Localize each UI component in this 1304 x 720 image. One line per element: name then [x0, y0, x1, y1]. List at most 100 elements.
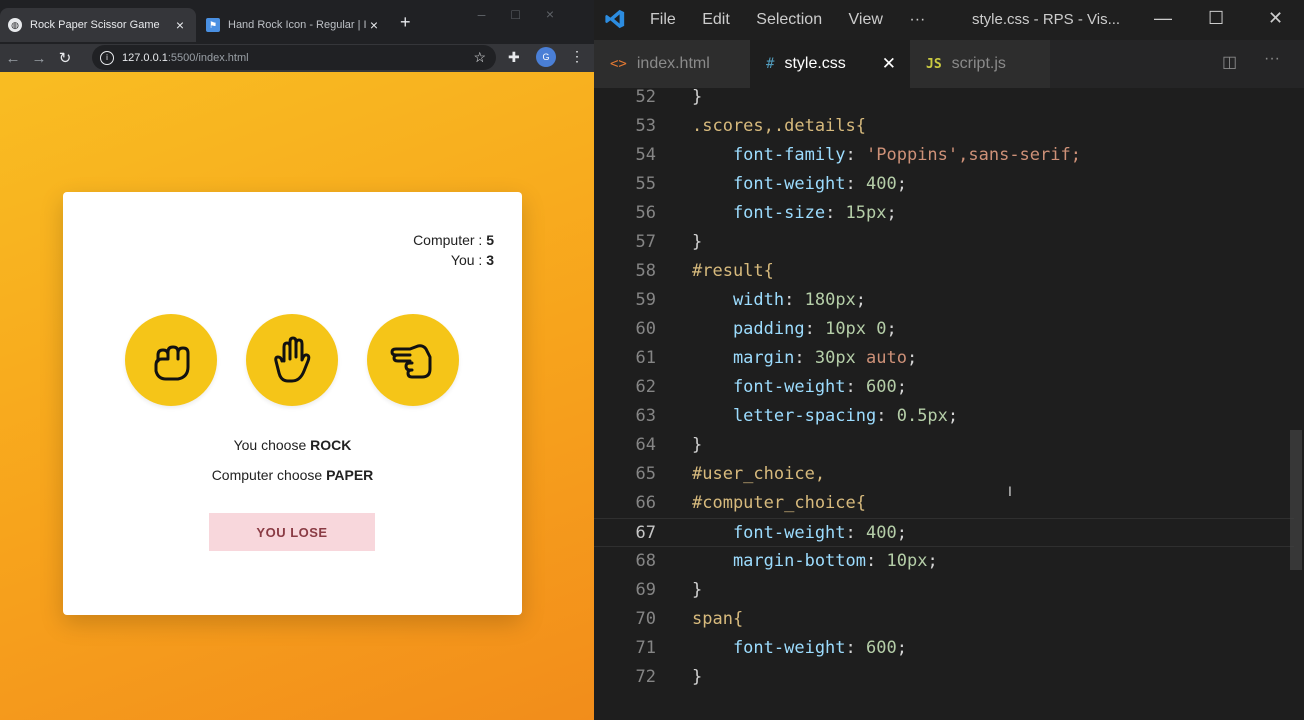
more-menu-icon[interactable]: ⋮ — [570, 48, 584, 65]
html-file-icon: <> — [610, 56, 627, 72]
code-line[interactable]: 58 #result{ — [594, 257, 1294, 286]
code-line[interactable]: 71 font-weight: 600; — [594, 634, 1294, 663]
browser-tab-title: Hand Rock Icon - Regular | I — [228, 19, 366, 31]
close-icon[interactable]: ✕ — [1268, 8, 1283, 29]
browser-window-controls[interactable]: –□× — [478, 6, 580, 22]
forward-icon[interactable]: → — [26, 50, 52, 67]
line-number: 59 — [635, 290, 656, 310]
extensions-puzzle-icon[interactable]: ✚ — [508, 49, 520, 66]
close-icon[interactable]: × — [366, 17, 382, 33]
maximize-icon[interactable]: ☐ — [1208, 8, 1224, 29]
line-number: 56 — [635, 203, 656, 223]
tab-index-html[interactable]: <> index.html — [594, 40, 750, 88]
close-tab-icon[interactable]: ✕ — [882, 54, 896, 74]
css-file-icon: # — [766, 56, 775, 72]
code-line[interactable]: 64} — [594, 431, 1294, 460]
avatar[interactable]: G — [536, 47, 556, 67]
user-score-line: You : 3 — [450, 252, 494, 268]
scoreboard: Computer : 5 You : 3 — [413, 230, 494, 270]
code-line[interactable]: 56 font-size: 15px; — [594, 199, 1294, 228]
hand-rock-icon — [154, 345, 190, 381]
js-file-icon: JS — [926, 56, 942, 72]
code-text: font-family: 'Poppins',sans-serif; — [692, 145, 1081, 165]
code-text: font-weight: 400; — [692, 174, 907, 194]
menu-selection[interactable]: Selection — [756, 11, 822, 28]
user-score: 3 — [486, 252, 494, 268]
code-line[interactable]: 68 margin-bottom: 10px; — [594, 547, 1294, 576]
code-line[interactable]: 63 letter-spacing: 0.5px; — [594, 402, 1294, 431]
menu-more[interactable]: ··· — [909, 11, 925, 28]
info-icon[interactable]: i — [100, 50, 114, 65]
scrollbar-thumb[interactable] — [1290, 430, 1302, 570]
code-text: letter-spacing: 0.5px; — [692, 406, 959, 426]
code-line[interactable]: 61 margin: 30px auto; — [594, 344, 1294, 373]
code-line[interactable]: 55 font-weight: 400; — [594, 170, 1294, 199]
scissors-button[interactable] — [367, 314, 459, 406]
flag-icon: ⚑ — [206, 18, 220, 32]
browser-tab-title: Rock Paper Scissor Game — [30, 19, 160, 31]
code-line[interactable]: 59 width: 180px; — [594, 286, 1294, 315]
code-text: font-weight: 600; — [692, 638, 907, 658]
code-line[interactable]: 66 #computer_choice{ — [594, 489, 1294, 518]
code-text: padding: 10px 0; — [692, 319, 897, 339]
line-number: 67 — [635, 523, 656, 543]
menu-edit[interactable]: Edit — [702, 11, 730, 28]
line-number: 52 — [635, 87, 656, 107]
game-card: Computer : 5 You : 3 You choose ROCK Com… — [63, 192, 522, 615]
code-line[interactable]: 53 .scores,.details{ — [594, 112, 1294, 141]
code-line[interactable]: 52} — [594, 83, 1294, 112]
line-number: 58 — [635, 261, 656, 281]
close-icon[interactable]: × — [172, 17, 188, 33]
line-number: 70 — [635, 609, 656, 629]
minimize-icon[interactable]: — — [1154, 8, 1172, 29]
mouse-cursor-icon: I — [1008, 483, 1012, 499]
code-line[interactable]: 72} — [594, 663, 1294, 692]
line-number: 53 — [635, 116, 656, 136]
code-line[interactable]: 67 font-weight: 400; — [594, 518, 1294, 547]
browser-tab-icon-page[interactable]: ⚑ Hand Rock Icon - Regular | I × — [198, 8, 390, 42]
code-line[interactable]: 62 font-weight: 600; — [594, 373, 1294, 402]
tab-script-js[interactable]: JS script.js — [910, 40, 1050, 88]
computer-choice-value: PAPER — [326, 467, 374, 483]
editor-tab-bar: <> index.html # style.css ✕ JS script.js… — [594, 40, 1304, 88]
code-text: } — [692, 667, 703, 687]
line-number: 71 — [635, 638, 656, 658]
page-viewport: Computer : 5 You : 3 You choose ROCK Com… — [0, 72, 594, 720]
browser-toolbar: ← → ↻ i 127.0.0.1:5500/index.html ☆ ✚ G … — [0, 44, 594, 72]
browser-window: ◍ Rock Paper Scissor Game × ⚑ Hand Rock … — [0, 0, 594, 720]
code-text: span{ — [692, 609, 744, 629]
code-editor[interactable]: 52} 53 .scores,.details{ 54 font-family: 'P… — [594, 87, 1304, 720]
computer-choice-text: Computer choose PAPER — [211, 467, 374, 483]
code-line[interactable]: 57} — [594, 228, 1294, 257]
tab-style-css[interactable]: # style.css ✕ — [750, 40, 910, 88]
code-text: #user_choice, — [692, 464, 826, 484]
code-text: margin: 30px auto; — [692, 348, 918, 368]
computer-score-line: Computer : 5 — [413, 232, 494, 248]
user-choice-value: ROCK — [310, 437, 352, 453]
code-line[interactable]: 70 span{ — [594, 605, 1294, 634]
paper-button[interactable] — [246, 314, 338, 406]
reload-icon[interactable]: ↻ — [52, 49, 78, 67]
tab-label: style.css — [784, 55, 846, 72]
more-actions-icon[interactable]: ··· — [1264, 50, 1280, 68]
result-badge: YOU LOSE — [209, 513, 375, 551]
vscode-window: File Edit Selection View ··· style.css -… — [594, 0, 1304, 720]
browser-tab-rps[interactable]: ◍ Rock Paper Scissor Game × — [0, 8, 196, 42]
menu-file[interactable]: File — [650, 11, 676, 28]
code-text: } — [692, 87, 703, 107]
code-line[interactable]: 60 padding: 10px 0; — [594, 315, 1294, 344]
code-line[interactable]: 65 #user_choice, — [594, 460, 1294, 489]
split-editor-icon[interactable]: ◫ — [1222, 52, 1237, 72]
menu-view[interactable]: View — [849, 11, 883, 28]
new-tab-button[interactable]: + — [400, 12, 411, 33]
line-number: 66 — [635, 493, 656, 513]
menu-bar: File Edit Selection View ··· — [650, 11, 947, 29]
address-bar[interactable]: i 127.0.0.1:5500/index.html ☆ — [92, 45, 496, 70]
code-line[interactable]: 69} — [594, 576, 1294, 605]
rock-button[interactable] — [125, 314, 217, 406]
vscode-titlebar: File Edit Selection View ··· style.css -… — [594, 0, 1304, 40]
bookmark-star-icon[interactable]: ☆ — [473, 49, 486, 66]
code-text: .scores,.details{ — [692, 116, 866, 136]
code-line[interactable]: 54 font-family: 'Poppins',sans-serif; — [594, 141, 1294, 170]
back-icon[interactable]: ← — [0, 50, 26, 67]
